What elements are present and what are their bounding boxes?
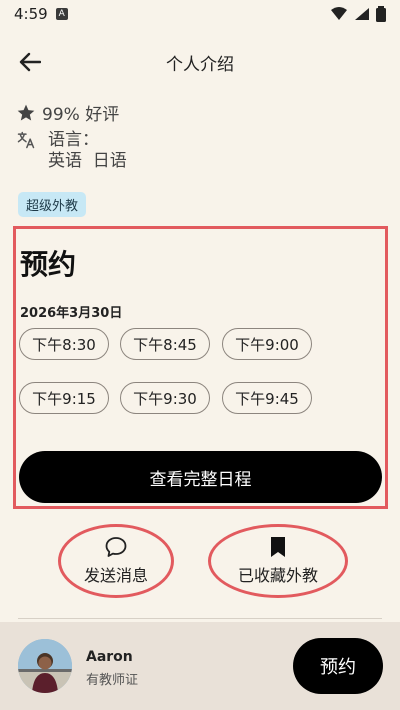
saved-teacher-label: 已收藏外教: [237, 566, 318, 585]
time-slot-button[interactable]: 下午8:30: [19, 328, 109, 360]
language-label: 语言：: [48, 130, 99, 150]
page-title: 个人介绍: [166, 55, 234, 75]
book-button[interactable]: 预约: [293, 638, 383, 694]
status-right: [330, 6, 386, 22]
booking-date: 2026年3月30日: [20, 306, 123, 321]
super-teacher-badge: 超级外教: [18, 192, 87, 217]
time-slot-button[interactable]: 下午9:45: [222, 382, 312, 414]
status-bar: 4:59 A: [0, 0, 400, 28]
bookmark-icon: [271, 537, 285, 557]
language-row: 语言： 英语 日语: [16, 130, 127, 172]
translate-icon: [17, 131, 35, 149]
language-block: 语言： 英语 日语: [48, 130, 127, 172]
view-full-schedule-button[interactable]: 查看完整日程: [19, 451, 382, 503]
avatar: [18, 639, 72, 693]
booking-title: 预约: [20, 248, 77, 281]
booking-section: 预约 2026年3月30日 下午8:30 下午8:45 下午9:00 下午9:1…: [13, 226, 388, 509]
signal-icon: [355, 8, 369, 20]
divider: [18, 618, 382, 619]
time-slot-button[interactable]: 下午9:30: [120, 382, 210, 414]
teacher-certification: 有教师证: [86, 673, 139, 688]
chat-bubble-icon: [105, 537, 127, 557]
time-slot-button[interactable]: 下午9:00: [222, 328, 312, 360]
avatar-photo: [18, 639, 72, 693]
battery-icon: [376, 6, 386, 22]
wifi-icon: [331, 7, 347, 20]
status-time: 4:59: [14, 5, 48, 23]
sim-icon: A: [55, 8, 68, 20]
time-slot-button[interactable]: 下午9:15: [19, 382, 109, 414]
bottom-bar: Aaron 有教师证 预约: [0, 622, 400, 710]
send-message-label: 发送消息: [83, 566, 148, 585]
time-slot-button[interactable]: 下午8:45: [120, 328, 210, 360]
status-left: 4:59 A: [14, 5, 68, 23]
teacher-name: Aaron: [86, 649, 133, 665]
rating-text: 99% 好评: [42, 105, 120, 125]
rating-row: 99% 好评: [16, 100, 119, 125]
send-message-button[interactable]: 发送消息: [58, 524, 174, 598]
star-icon: [17, 104, 35, 120]
saved-teacher-button[interactable]: 已收藏外教: [208, 524, 348, 598]
language-list: 英语 日语: [48, 151, 127, 171]
app-bar: 个人介绍: [0, 40, 400, 84]
